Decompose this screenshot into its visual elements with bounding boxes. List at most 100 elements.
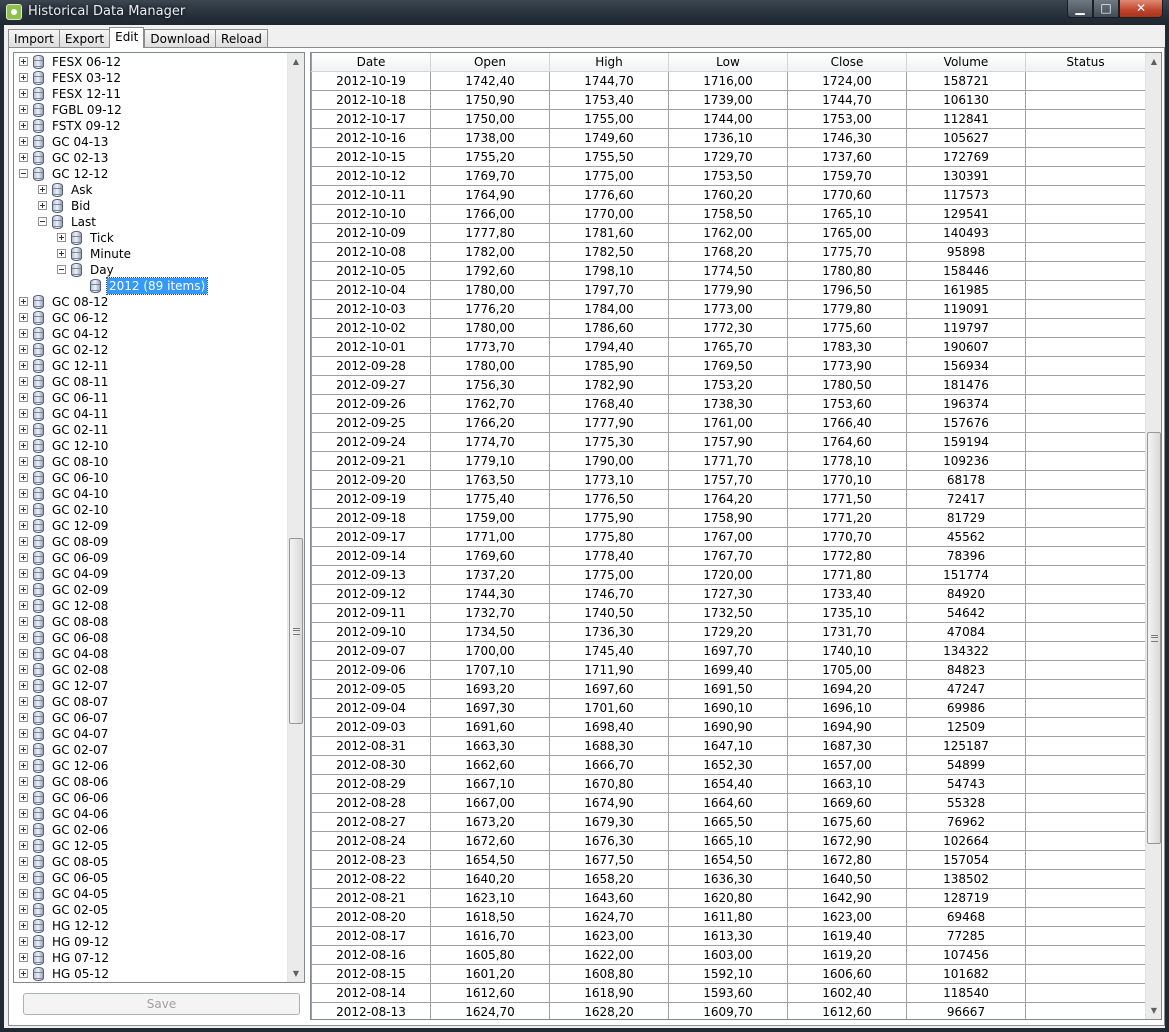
table-row[interactable]: 2012-09-18 1759,00 1775,90 1758,90 1771,20 81…: [311, 508, 1146, 528]
cell-status[interactable]: [1025, 470, 1146, 490]
cell-low[interactable]: 1620,80: [668, 888, 788, 908]
cell-high[interactable]: 1798,10: [549, 261, 669, 281]
cell-status[interactable]: [1025, 489, 1146, 509]
cell-close[interactable]: 1753,00: [787, 109, 907, 129]
cell-status[interactable]: [1025, 698, 1146, 718]
cell-low[interactable]: 1665,50: [668, 812, 788, 832]
cell-open[interactable]: 1780,00: [430, 356, 550, 376]
tab-download[interactable]: Download: [144, 29, 216, 48]
tree-node[interactable]: GC 08-08: [14, 614, 289, 630]
cell-date[interactable]: 2012-08-20: [311, 907, 431, 927]
tree-node-label[interactable]: GC 02-12: [50, 342, 110, 358]
tree-node-label[interactable]: GC 08-05: [50, 854, 110, 870]
cell-date[interactable]: 2012-09-24: [311, 432, 431, 452]
tree-node-label[interactable]: GC 04-11: [50, 406, 110, 422]
cell-open[interactable]: 1782,00: [430, 242, 550, 262]
cell-date[interactable]: 2012-08-22: [311, 869, 431, 889]
cell-high[interactable]: 1749,60: [549, 128, 669, 148]
expand-icon[interactable]: [19, 425, 28, 434]
cell-close[interactable]: 1623,00: [787, 907, 907, 927]
table-row[interactable]: 2012-09-28 1780,00 1785,90 1769,50 1773,90 15…: [311, 356, 1146, 376]
cell-volume[interactable]: 125187: [906, 736, 1026, 756]
tree-child-node[interactable]: Ask: [14, 182, 289, 198]
table-row[interactable]: 2012-09-04 1697,30 1701,60 1690,10 1696,10 69…: [311, 698, 1146, 718]
expand-icon[interactable]: [19, 329, 28, 338]
cell-high[interactable]: 1776,60: [549, 185, 669, 205]
cell-open[interactable]: 1771,00: [430, 527, 550, 547]
cell-high[interactable]: 1618,90: [549, 983, 669, 1003]
cell-low[interactable]: 1654,50: [668, 850, 788, 870]
cell-open[interactable]: 1691,60: [430, 717, 550, 737]
cell-volume[interactable]: 96667: [906, 1002, 1026, 1019]
tree-node-label[interactable]: GC 12-06: [50, 758, 110, 774]
cell-low[interactable]: 1768,20: [668, 242, 788, 262]
cell-date[interactable]: 2012-10-02: [311, 318, 431, 338]
cell-status[interactable]: [1025, 147, 1146, 167]
table-row[interactable]: 2012-10-01 1773,70 1794,40 1765,70 1783,30 19…: [311, 337, 1146, 357]
expand-icon[interactable]: [19, 953, 28, 962]
expand-icon[interactable]: [19, 713, 28, 722]
cell-open[interactable]: 1693,20: [430, 679, 550, 699]
cell-date[interactable]: 2012-09-05: [311, 679, 431, 699]
cell-open[interactable]: 1623,10: [430, 888, 550, 908]
tree-node[interactable]: HG 12-12: [14, 918, 289, 934]
cell-volume[interactable]: 47247: [906, 679, 1026, 699]
expand-icon[interactable]: [19, 137, 28, 146]
cell-status[interactable]: [1025, 926, 1146, 946]
expand-icon[interactable]: [19, 761, 28, 770]
cell-volume[interactable]: 109236: [906, 451, 1026, 471]
cell-open[interactable]: 1774,70: [430, 432, 550, 452]
tree-node[interactable]: GC 12-09: [14, 518, 289, 534]
tree-node-label[interactable]: GC 08-06: [50, 774, 110, 790]
cell-date[interactable]: 2012-09-06: [311, 660, 431, 680]
cell-low[interactable]: 1753,50: [668, 166, 788, 186]
cell-volume[interactable]: 101682: [906, 964, 1026, 984]
tree-node-label[interactable]: GC 08-12: [50, 294, 110, 310]
table-row[interactable]: 2012-10-05 1792,60 1798,10 1774,50 1780,80 15…: [311, 261, 1146, 281]
maximize-button[interactable]: □: [1093, 0, 1119, 18]
cell-close[interactable]: 1669,60: [787, 793, 907, 813]
cell-close[interactable]: 1770,60: [787, 185, 907, 205]
cell-status[interactable]: [1025, 242, 1146, 262]
expand-icon[interactable]: [19, 473, 28, 482]
cell-close[interactable]: 1737,60: [787, 147, 907, 167]
cell-volume[interactable]: 129541: [906, 204, 1026, 224]
cell-volume[interactable]: 95898: [906, 242, 1026, 262]
cell-status[interactable]: [1025, 831, 1146, 851]
expand-icon[interactable]: [19, 569, 28, 578]
cell-date[interactable]: 2012-09-27: [311, 375, 431, 395]
cell-low[interactable]: 1716,00: [668, 71, 788, 91]
cell-date[interactable]: 2012-08-17: [311, 926, 431, 946]
cell-low[interactable]: 1758,50: [668, 204, 788, 224]
cell-status[interactable]: [1025, 185, 1146, 205]
tree-node-label[interactable]: GC 04-07: [50, 726, 110, 742]
tree-scrollbar[interactable]: ▲ ▼: [287, 53, 304, 982]
tree-node[interactable]: GC 02-11: [14, 422, 289, 438]
cell-close[interactable]: 1775,70: [787, 242, 907, 262]
cell-low[interactable]: 1774,50: [668, 261, 788, 281]
cell-date[interactable]: 2012-10-12: [311, 166, 431, 186]
tab-reload[interactable]: Reload: [215, 29, 268, 48]
tree-node-label[interactable]: GC 06-09: [50, 550, 110, 566]
cell-status[interactable]: [1025, 128, 1146, 148]
table-row[interactable]: 2012-08-28 1667,00 1674,90 1664,60 1669,60 55…: [311, 793, 1146, 813]
tree-node[interactable]: GC 06-05: [14, 870, 289, 886]
cell-volume[interactable]: 140493: [906, 223, 1026, 243]
cell-open[interactable]: 1777,80: [430, 223, 550, 243]
tree-node-label[interactable]: GC 02-11: [50, 422, 110, 438]
tree-node-label[interactable]: GC 08-09: [50, 534, 110, 550]
cell-close[interactable]: 1796,50: [787, 280, 907, 300]
expand-icon[interactable]: [19, 441, 28, 450]
cell-volume[interactable]: 156934: [906, 356, 1026, 376]
cell-high[interactable]: 1670,80: [549, 774, 669, 794]
table-row[interactable]: 2012-09-07 1700,00 1745,40 1697,70 1740,10 13…: [311, 641, 1146, 661]
cell-volume[interactable]: 68178: [906, 470, 1026, 490]
cell-low[interactable]: 1771,70: [668, 451, 788, 471]
tree-node-label[interactable]: Day: [88, 262, 116, 278]
cell-low[interactable]: 1757,70: [668, 470, 788, 490]
cell-open[interactable]: 1624,70: [430, 1002, 550, 1019]
tree-node-label[interactable]: HG 05-12: [50, 966, 111, 982]
table-row[interactable]: 2012-09-05 1693,20 1697,60 1691,50 1694,20 47…: [311, 679, 1146, 699]
cell-high[interactable]: 1777,90: [549, 413, 669, 433]
tree-node-label[interactable]: GC 02-08: [50, 662, 110, 678]
